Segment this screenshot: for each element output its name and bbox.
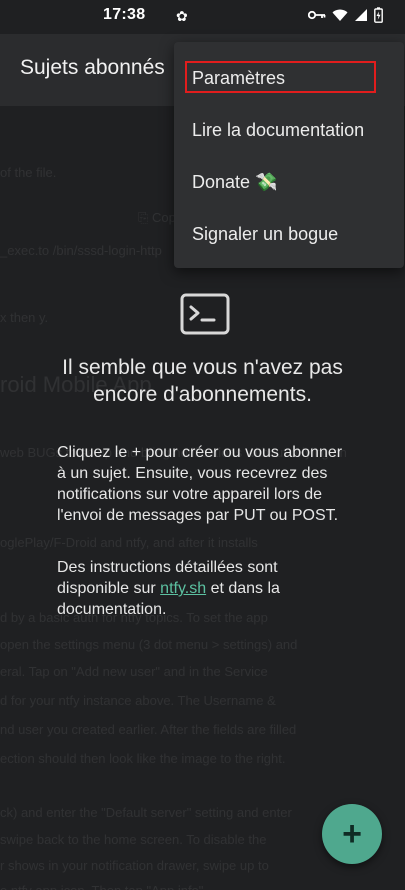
empty-state-instructions: Cliquez le + pour créer ou vous abonner … <box>57 444 343 524</box>
menu-item-donate[interactable]: Donate 💸 <box>174 156 404 208</box>
notification-icon: ✿ <box>176 8 188 24</box>
menu-item-label: Donate 💸 <box>192 171 278 192</box>
menu-item-label: Lire la documentation <box>192 119 365 140</box>
battery-icon <box>374 7 383 26</box>
page-title: Sujets abonnés <box>20 56 165 79</box>
overflow-menu: Paramètres Lire la documentation Donate … <box>174 42 404 268</box>
status-bar: 17:38 ✿ <box>0 0 405 34</box>
menu-item-documentation[interactable]: Lire la documentation <box>174 104 404 156</box>
status-time: 17:38 <box>103 6 146 23</box>
highlight-box <box>185 61 376 93</box>
status-icons <box>307 7 383 26</box>
wifi-icon <box>332 8 348 25</box>
signal-icon <box>354 8 368 25</box>
empty-state-docs-text: Des instructions détaillées sont disponi… <box>57 557 347 620</box>
add-subscription-button[interactable]: + <box>322 804 382 864</box>
menu-item-report-bug[interactable]: Signaler un bogue <box>174 208 404 260</box>
ntfy-link[interactable]: ntfy.sh <box>160 580 206 597</box>
terminal-icon <box>180 293 230 335</box>
empty-state-headline: Il semble que vous n'avez pas encore d'a… <box>62 356 343 406</box>
key-icon <box>307 9 326 24</box>
plus-icon: + <box>342 814 362 853</box>
menu-item-label: Signaler un bogue <box>192 223 339 244</box>
